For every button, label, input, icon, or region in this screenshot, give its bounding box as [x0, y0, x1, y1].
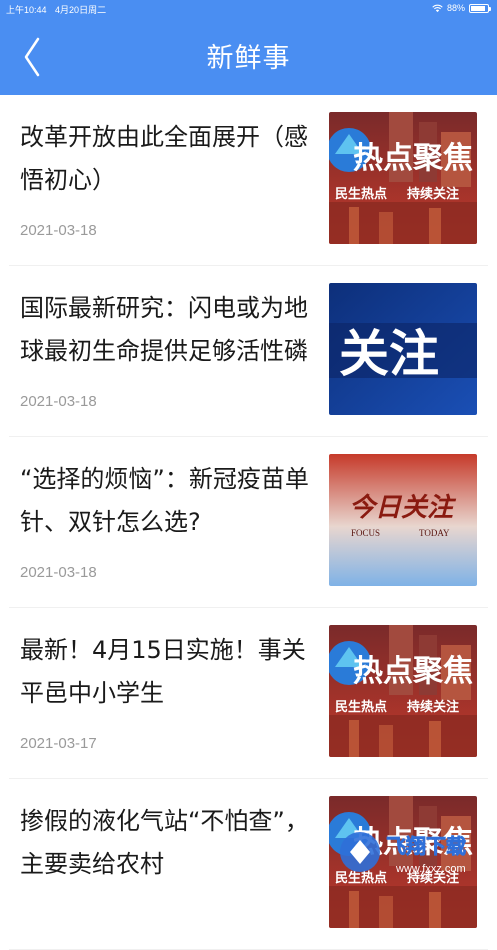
article-title: “选择的烦恼”：新冠疫苗单针、双针怎么选?: [20, 465, 309, 536]
status-date: 4月20日周二: [55, 5, 107, 15]
svg-text:今日关注: 今日关注: [349, 493, 457, 523]
wifi-icon: [432, 4, 443, 12]
article-item[interactable]: 改革开放由此全面展开（感悟初心） 2021-03-18 热点聚焦 民生热点 持续关…: [9, 95, 488, 266]
svg-text:民生热点: 民生热点: [335, 186, 387, 202]
article-item[interactable]: 国际最新研究：闪电或为地球最初生命提供足够活性磷 2021-03-18 关注: [9, 266, 488, 437]
article-title: 改革开放由此全面展开（感悟初心）: [20, 123, 308, 194]
article-date: 2021-03-17: [20, 735, 97, 752]
article-thumbnail: 热点聚焦 民生热点 持续关注: [329, 112, 477, 244]
svg-text:热点聚焦: 热点聚焦: [353, 141, 473, 176]
svg-text:持续关注: 持续关注: [407, 186, 459, 202]
article-item[interactable]: 掺假的液化气站“不怕查”，主要卖给农村 热点聚焦 民生热点 持续关注: [9, 779, 488, 950]
article-list: 改革开放由此全面展开（感悟初心） 2021-03-18 热点聚焦 民生热点 持续关…: [0, 95, 497, 950]
svg-text:TODAY: TODAY: [419, 528, 450, 538]
article-thumbnail: 关注: [329, 283, 477, 415]
svg-text:热点聚焦: 热点聚焦: [353, 825, 473, 860]
thumbnail-hot-focus: 热点聚焦 民生热点 持续关注: [329, 796, 477, 928]
thumbnail-hot-focus: 热点聚焦 民生热点 持续关注: [329, 625, 477, 757]
article-title: 掺假的液化气站“不怕查”，主要卖给农村: [20, 807, 309, 878]
battery-icon: [469, 3, 491, 13]
article-title: 国际最新研究：闪电或为地球最初生命提供足够活性磷: [20, 294, 308, 365]
svg-text:民生热点: 民生热点: [335, 870, 387, 886]
thumbnail-hot-focus: 热点聚焦 民生热点 持续关注: [329, 112, 477, 244]
status-time: 上午10:44: [6, 5, 47, 15]
article-item[interactable]: 最新！4月15日实施！事关平邑中小学生 2021-03-17 热点聚焦 民生热点 …: [9, 608, 488, 779]
status-bar: 上午10:44 4月20日周二 88%: [0, 0, 497, 18]
svg-text:持续关注: 持续关注: [407, 870, 459, 886]
article-thumbnail: 热点聚焦 民生热点 持续关注: [329, 796, 477, 928]
svg-text:关注: 关注: [339, 325, 439, 383]
article-date: 2021-03-18: [20, 564, 97, 581]
article-item[interactable]: “选择的烦恼”：新冠疫苗单针、双针怎么选? 2021-03-18 今日关注 FOC…: [9, 437, 488, 608]
article-thumbnail: 今日关注 FOCUS TODAY: [329, 454, 477, 586]
article-thumbnail: 热点聚焦 民生热点 持续关注: [329, 625, 477, 757]
battery-percent: 88%: [446, 3, 465, 13]
article-title: 最新！4月15日实施！事关平邑中小学生: [20, 636, 306, 707]
app-header: 上午10:44 4月20日周二 88% 新鲜事: [0, 0, 497, 95]
article-date: 2021-03-18: [20, 222, 97, 239]
svg-text:民生热点: 民生热点: [335, 699, 387, 715]
thumbnail-focus-today: 今日关注 FOCUS TODAY: [329, 454, 477, 586]
svg-text:持续关注: 持续关注: [407, 699, 459, 715]
thumbnail-attention: 关注: [329, 283, 477, 415]
article-date: 2021-03-18: [20, 393, 97, 410]
svg-text:热点聚焦: 热点聚焦: [353, 654, 473, 689]
svg-text:FOCUS: FOCUS: [351, 528, 380, 538]
page-title: 新鲜事: [206, 43, 291, 74]
